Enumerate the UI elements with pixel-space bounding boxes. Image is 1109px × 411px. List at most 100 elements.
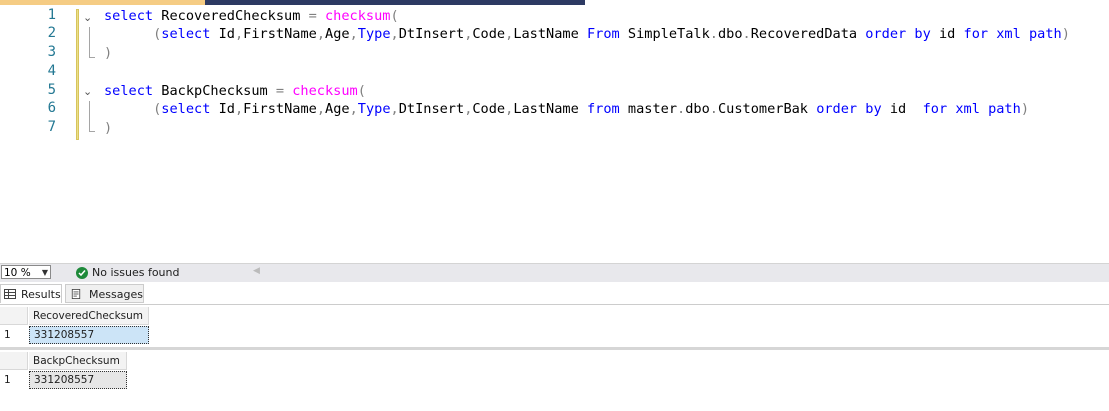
- code-token: ,: [390, 101, 399, 117]
- code-token: ,: [234, 26, 244, 42]
- results-tab-bar: Results Messages: [0, 282, 1109, 305]
- code-line[interactable]: select RecoveredChecksum = checksum(: [104, 7, 399, 25]
- zoom-dropdown[interactable]: 10 % ▼: [1, 265, 51, 279]
- code-token: DtInsert: [398, 26, 465, 42]
- code-token: .: [709, 26, 718, 42]
- result-grid-backp[interactable]: BackpChecksum 1 331208557: [0, 350, 1109, 391]
- line-number: 2: [47, 25, 56, 41]
- code-token: =: [308, 8, 317, 24]
- code-token: ): [104, 120, 113, 136]
- code-token: LastName: [513, 26, 587, 42]
- code-token: select: [104, 83, 154, 99]
- fold-guide-end: [89, 57, 95, 58]
- fold-chevron-icon[interactable]: ⌄: [83, 85, 92, 98]
- column-header[interactable]: BackpChecksum: [29, 352, 127, 370]
- code-token: FirstName: [243, 26, 317, 42]
- code-token: Id: [210, 101, 235, 117]
- scroll-left-arrow-icon[interactable]: ◀: [253, 266, 260, 276]
- code-token: for xml path: [963, 26, 1062, 42]
- row-number[interactable]: 1: [0, 371, 28, 389]
- code-token: select: [104, 8, 154, 24]
- code-token: ): [1020, 101, 1029, 117]
- code-token: SimpleTalk: [619, 26, 710, 42]
- code-token: BackpChecksum: [153, 83, 276, 99]
- check-circle-icon: [76, 267, 88, 279]
- result-cell[interactable]: 331208557: [29, 371, 127, 389]
- result-grid-recovered[interactable]: RecoveredChecksum 1 331208557: [0, 305, 1109, 346]
- line-number: 4: [47, 63, 56, 79]
- code-token: dbo: [685, 101, 710, 117]
- code-token: Code: [472, 26, 506, 42]
- code-token: select: [161, 26, 211, 42]
- code-token: (: [390, 8, 399, 24]
- code-token: .: [677, 101, 686, 117]
- editor-status-bar: 10 % ▼ No issues found ◀: [0, 263, 1109, 282]
- code-token: From: [586, 26, 620, 42]
- grid-corner[interactable]: [0, 352, 28, 370]
- code-token: id: [930, 26, 964, 42]
- result-cell[interactable]: 331208557: [29, 326, 149, 344]
- code-token: id: [881, 101, 923, 117]
- grid-icon: [4, 289, 16, 299]
- code-token: RecoveredChecksum: [153, 8, 309, 24]
- line-number: 1: [47, 7, 56, 23]
- code-token: ,: [316, 26, 326, 42]
- fold-guide-end: [89, 131, 95, 132]
- code-token: ,: [234, 101, 244, 117]
- code-token: select: [161, 101, 211, 117]
- code-token: order by: [816, 101, 882, 117]
- code-line[interactable]: (select Id,FirstName,Age,Type,DtInsert,C…: [104, 25, 1070, 43]
- tab-messages-label: Messages: [89, 288, 143, 301]
- tab-results-label: Results: [21, 288, 61, 301]
- row-number[interactable]: 1: [0, 326, 28, 344]
- code-token: Type: [357, 101, 391, 117]
- code-token: ): [104, 45, 113, 61]
- code-token: dbo: [717, 26, 743, 42]
- column-header[interactable]: RecoveredChecksum: [29, 307, 149, 325]
- code-token: FirstName: [243, 101, 317, 117]
- fold-guide-line: [89, 27, 90, 57]
- code-token: Age: [325, 101, 350, 117]
- grid-corner[interactable]: [0, 307, 28, 325]
- query-editor[interactable]: 1 2 3 4 5 6 7 ⌄ ⌄ select RecoveredChecksum = c…: [0, 5, 1109, 263]
- line-number: 7: [47, 119, 56, 135]
- code-token: .: [709, 101, 718, 117]
- code-token: Code: [472, 101, 506, 117]
- code-token: ,: [316, 101, 326, 117]
- messages-icon: [71, 289, 81, 299]
- chevron-down-icon[interactable]: ▼: [42, 266, 48, 280]
- grid-header-row: RecoveredChecksum: [0, 307, 1109, 325]
- tab-messages[interactable]: Messages: [65, 284, 144, 303]
- code-token: order by: [865, 26, 931, 42]
- code-token: RecoveredData: [750, 26, 866, 42]
- code-token: ): [1061, 26, 1070, 42]
- code-token: =: [275, 83, 285, 99]
- code-token: master: [619, 101, 678, 117]
- code-token: .: [742, 26, 751, 42]
- code-line[interactable]: (select Id,FirstName,Age,Type,DtInsert,C…: [104, 100, 1029, 118]
- code-token: from: [586, 101, 620, 117]
- code-token: for xml path: [922, 101, 1021, 117]
- code-token: checksum: [324, 8, 391, 24]
- line-number: 6: [47, 100, 56, 116]
- code-token: (: [357, 83, 366, 99]
- code-token: CustomerBak: [717, 101, 817, 117]
- line-number: 5: [47, 82, 56, 98]
- code-token: LastName: [513, 101, 587, 117]
- fold-chevron-icon[interactable]: ⌄: [83, 11, 92, 24]
- code-token: Type: [357, 26, 391, 42]
- grid-header-row: BackpChecksum: [0, 352, 1109, 370]
- zoom-value: 10 %: [4, 267, 31, 279]
- code-line[interactable]: ): [104, 44, 112, 62]
- change-tracking-bar: [76, 9, 79, 140]
- code-token: DtInsert: [398, 101, 465, 117]
- code-token: Id: [210, 26, 235, 42]
- code-token: Age: [325, 26, 350, 42]
- issues-status[interactable]: No issues found: [92, 265, 179, 281]
- code-line[interactable]: ): [104, 119, 112, 137]
- tab-results[interactable]: Results: [0, 284, 62, 303]
- code-line[interactable]: select BackpChecksum = checksum(: [104, 82, 366, 100]
- code-token: checksum: [292, 83, 358, 99]
